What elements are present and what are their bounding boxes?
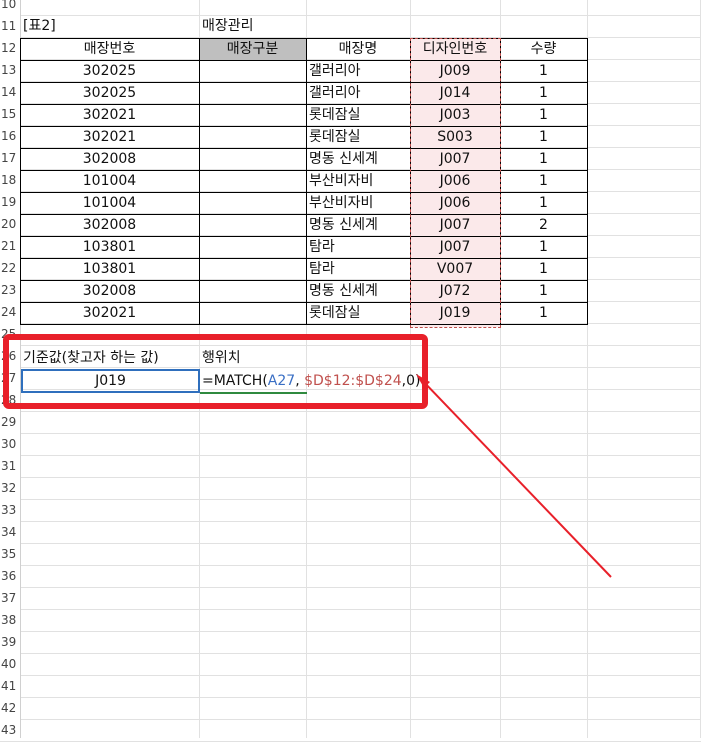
annotation-arrow	[416, 374, 612, 578]
spreadsheet-grid[interactable]: 10 11 12 13 14 15 16 17 18 19 20 21 22 23 24 25 26 27 28 29…	[0, 0, 701, 742]
